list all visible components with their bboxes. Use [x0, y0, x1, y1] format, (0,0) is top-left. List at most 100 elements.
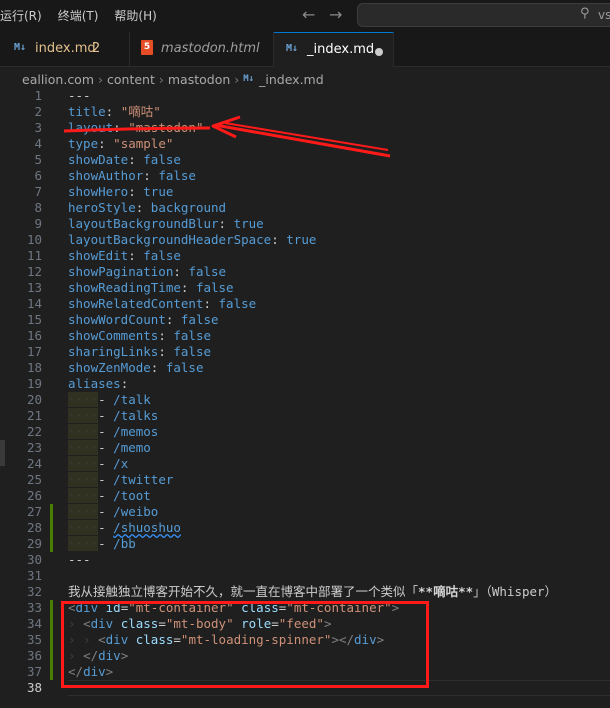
- line-number: 5: [34, 152, 42, 167]
- line-number: 20: [26, 392, 42, 407]
- code-line-1: ---: [68, 88, 91, 103]
- menu-bar: 运行(R) 终端(T) 帮助(H): [0, 7, 173, 24]
- line-number: 38: [26, 680, 42, 695]
- line-number: 2: [34, 104, 42, 119]
- code-line-5: showDate: false: [68, 152, 181, 167]
- git-change-marker: [50, 632, 53, 648]
- code-line-3: layout: "mastodon": [68, 120, 204, 135]
- editor-tabs: M↓ index.md 2 5 mastodon.html M↓ _index.…: [0, 32, 610, 67]
- git-change-marker: [50, 536, 53, 552]
- search-icon: ⚲: [580, 6, 590, 21]
- menu-help[interactable]: 帮助(H): [114, 7, 156, 24]
- code-line-4: type: "sample": [68, 136, 174, 151]
- git-change-marker: [50, 648, 53, 664]
- menu-terminal[interactable]: 终端(T): [58, 7, 99, 24]
- code-line-14: showRelatedContent: false: [68, 296, 257, 311]
- line-number: 10: [26, 232, 42, 247]
- line-number: 13: [26, 280, 42, 295]
- code-line-10: layoutBackgroundHeaderSpace: true: [68, 232, 317, 247]
- line-number: 35: [26, 632, 42, 647]
- line-number: 17: [26, 344, 42, 359]
- git-change-marker: [50, 664, 53, 680]
- code-line-32: 我从接触独立博客开始不久，就一直在博客中部署了一个类似「**嘀咕**」（Whis…: [68, 584, 558, 599]
- title-bar: 运行(R) 终端(T) 帮助(H) ← → ⚲ vsc: [0, 0, 610, 32]
- breadcrumb-item[interactable]: content: [107, 72, 155, 87]
- line-number: 27: [26, 504, 42, 519]
- line-number: 16: [26, 328, 42, 343]
- code-line-19: aliases:: [68, 376, 129, 391]
- line-number: 1: [34, 88, 42, 103]
- code-line-23: ····- /memo: [68, 440, 151, 455]
- line-number: 12: [26, 264, 42, 279]
- git-change-marker: [50, 520, 53, 536]
- code-line-2: title: "嘀咕": [68, 104, 161, 119]
- tab-index-md[interactable]: M↓ index.md 2: [0, 32, 130, 67]
- line-number: 7: [34, 184, 42, 199]
- tab-mastodon-html[interactable]: 5 mastodon.html: [130, 32, 274, 67]
- back-arrow-icon[interactable]: ←: [302, 5, 315, 24]
- code-line-15: showWordCount: false: [68, 312, 219, 327]
- code-line-22: ····- /memos: [68, 424, 159, 439]
- code-line-11: showEdit: false: [68, 248, 181, 263]
- chevron-right-icon: ›: [98, 71, 104, 87]
- code-line-24: ····- /x: [68, 456, 129, 471]
- line-number: 25: [26, 472, 42, 487]
- line-number: 14: [26, 296, 42, 311]
- line-number: 18: [26, 360, 42, 375]
- line-number: 6: [34, 168, 42, 183]
- line-number: 26: [26, 488, 42, 503]
- code-line-21: ····- /talks: [68, 408, 159, 423]
- menu-run[interactable]: 运行(R): [0, 7, 42, 24]
- line-number: 23: [26, 440, 42, 455]
- markdown-icon: M↓: [14, 42, 27, 53]
- html-icon: 5: [141, 40, 153, 55]
- tab-underscore-index-md[interactable]: M↓ _index.md: [274, 32, 394, 67]
- line-number: 21: [26, 408, 42, 423]
- code-line-29: ····- /bb: [68, 536, 136, 551]
- line-number: 32: [26, 584, 42, 599]
- code-line-8: heroStyle: background: [68, 200, 227, 215]
- line-number: 28: [26, 520, 42, 535]
- markdown-icon: M↓: [243, 74, 255, 84]
- forward-arrow-icon[interactable]: →: [329, 5, 342, 24]
- line-number: 30: [26, 552, 42, 567]
- code-line-27: ····- /weibo: [68, 504, 159, 519]
- annotation-highlight-box: [61, 601, 429, 688]
- breadcrumb: eallion.com › content › mastodon › M↓ _i…: [0, 68, 610, 90]
- line-number: 9: [34, 216, 42, 231]
- line-number: 31: [26, 568, 42, 583]
- problems-badge: 2: [92, 41, 101, 56]
- line-number: 36: [26, 648, 42, 663]
- unsaved-dot-icon[interactable]: [375, 48, 383, 56]
- line-number: 29: [26, 536, 42, 551]
- git-change-marker: [50, 504, 53, 520]
- chevron-right-icon: ›: [234, 71, 240, 87]
- code-line-6: showAuthor: false: [68, 168, 196, 183]
- line-number: 15: [26, 312, 42, 327]
- chevron-right-icon: ›: [158, 71, 164, 87]
- code-line-28: ····- /shuoshuo: [68, 520, 181, 535]
- code-line-30: ---: [68, 552, 91, 567]
- line-number: 8: [34, 200, 42, 215]
- breadcrumb-item[interactable]: _index.md: [259, 72, 324, 87]
- command-center-text: vsc: [598, 8, 610, 22]
- line-number: 37: [26, 664, 42, 679]
- left-edge-scroll-indicator: [0, 440, 5, 466]
- code-line-26: ····- /toot: [68, 488, 151, 503]
- breadcrumb-item[interactable]: eallion.com: [22, 72, 94, 87]
- command-center[interactable]: ⚲ vsc: [357, 3, 610, 27]
- line-number: 4: [34, 136, 42, 151]
- tab-label: mastodon.html: [161, 41, 260, 56]
- code-line-7: showHero: true: [68, 184, 174, 199]
- code-line-18: showZenMode: false: [68, 360, 204, 375]
- line-number: 19: [26, 376, 42, 391]
- code-line-25: ····- /twitter: [68, 472, 174, 487]
- git-change-marker: [50, 600, 53, 616]
- git-change-marker: [50, 616, 53, 632]
- breadcrumb-item[interactable]: mastodon: [168, 72, 230, 87]
- line-number: 3: [34, 120, 42, 135]
- code-line-13: showReadingTime: false: [68, 280, 234, 295]
- markdown-icon: M↓: [286, 43, 299, 54]
- line-number: 11: [26, 248, 42, 263]
- line-number: 24: [26, 456, 42, 471]
